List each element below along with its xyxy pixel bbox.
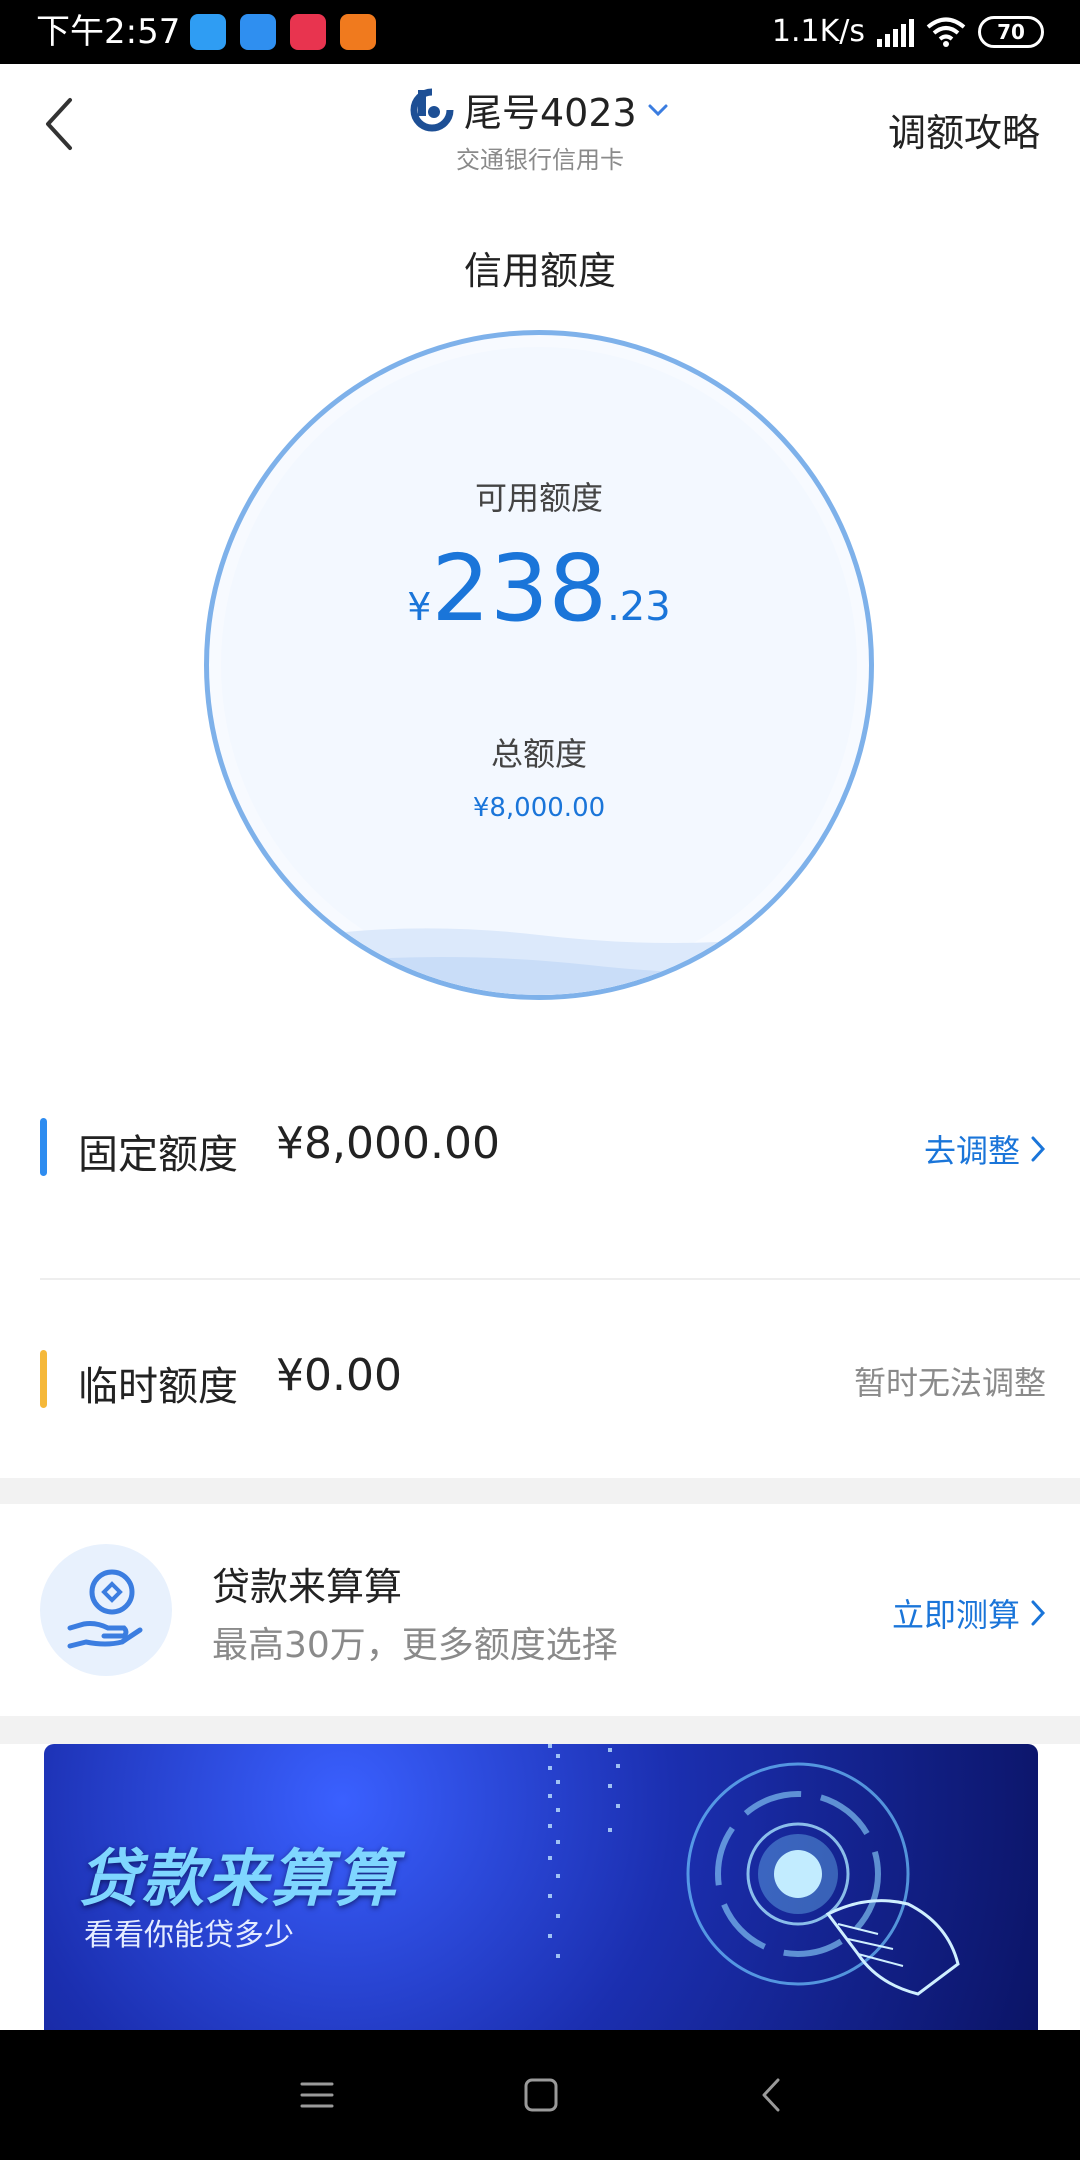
chevron-right-icon — [1031, 1600, 1046, 1626]
temp-indicator — [40, 1350, 47, 1408]
calculate-now-label: 立即测算 — [891, 1596, 1020, 1634]
loan-calc-card[interactable]: 贷款来算算 最高30万，更多额度选择 立即测算 — [0, 1504, 1080, 1716]
top-bar: 尾号4023 交通银行信用卡 调额攻略 — [0, 64, 1080, 184]
banner-subtitle: 看看你能贷多少 — [84, 1918, 294, 1953]
card-selector[interactable]: 尾号4023 — [410, 82, 669, 137]
temp-limit-amount: ¥0.00 — [276, 1350, 402, 1401]
network-speed: 1.1K/s — [771, 14, 865, 49]
recent-apps-button[interactable] — [292, 2070, 342, 2120]
section-gap — [0, 1716, 1080, 1744]
limit-guide-link[interactable]: 调额攻略 — [888, 102, 1040, 157]
system-back-button[interactable] — [746, 2070, 796, 2120]
calculate-now-button[interactable]: 立即测算 — [892, 1590, 1046, 1636]
fixed-limit-amount: ¥8,000.00 — [276, 1118, 500, 1169]
adjust-button[interactable]: 去调整 — [924, 1126, 1046, 1172]
loan-title: 贷款来算算 — [212, 1565, 403, 1609]
browser-icon — [190, 14, 226, 50]
available-integer: 238 — [431, 535, 608, 642]
fixed-limit-row: 固定额度 ¥8,000.00 去调整 — [0, 1088, 1080, 1208]
notification-icons — [190, 14, 376, 50]
hand-coin-icon — [67, 1569, 143, 1649]
menu-icon — [300, 2082, 334, 2108]
credit-circle: 可用额度 ¥238.23 总额度 ¥8,000.00 — [204, 330, 874, 1000]
status-bar: 下午2:57 1.1K/s 70 — [0, 0, 1080, 64]
credit-limit-title: 信用额度 — [463, 249, 616, 293]
section-gap — [0, 1478, 1080, 1504]
home-button[interactable] — [516, 2070, 566, 2120]
available-currency: ¥ — [407, 585, 432, 629]
status-time: 下午2:57 — [36, 12, 181, 52]
available-label: 可用额度 — [474, 479, 603, 517]
temp-limit-label: 临时额度 — [78, 1364, 238, 1410]
card-name: 尾号4023 — [464, 91, 637, 135]
temp-limit-row: 临时额度 ¥0.00 暂时无法调整 — [0, 1320, 1080, 1440]
adjust-label: 去调整 — [923, 1132, 1020, 1170]
wifi-icon — [926, 17, 966, 47]
loan-icon-wrap — [40, 1544, 172, 1676]
cloud-icon — [240, 14, 276, 50]
video-app-icon — [290, 14, 326, 50]
temp-status-label: 暂时无法调整 — [853, 1364, 1046, 1402]
signal-icon — [877, 17, 914, 47]
temp-limit-status: 暂时无法调整 — [854, 1358, 1046, 1404]
bank-logo-icon — [410, 88, 454, 131]
back-chevron-icon — [762, 2078, 780, 2112]
battery-icon: 70 — [978, 16, 1044, 48]
fixed-limit-label: 固定额度 — [78, 1132, 238, 1178]
total-label: 总额度 — [490, 735, 587, 773]
chevron-down-icon — [648, 104, 668, 116]
home-square-icon — [524, 2078, 558, 2112]
video-app-icon — [340, 14, 376, 50]
banner-title: 贷款来算算 — [78, 1842, 399, 1915]
available-decimal: .23 — [607, 584, 671, 630]
loan-subtitle: 最高30万，更多额度选择 — [212, 1625, 618, 1666]
status-right: 1.1K/s 70 — [772, 12, 1044, 52]
system-nav-bar — [0, 2030, 1080, 2160]
chevron-right-icon — [1031, 1136, 1046, 1162]
loan-banner[interactable]: 贷款来算算 看看你能贷多少 — [44, 1744, 1038, 2030]
available-amount: ¥238.23 — [209, 535, 869, 642]
divider — [40, 1278, 1080, 1280]
tech-hand-illustration — [548, 1744, 960, 1996]
total-amount: ¥8,000.00 — [472, 793, 606, 823]
fixed-indicator — [40, 1118, 47, 1176]
wave-decoration — [209, 925, 869, 995]
